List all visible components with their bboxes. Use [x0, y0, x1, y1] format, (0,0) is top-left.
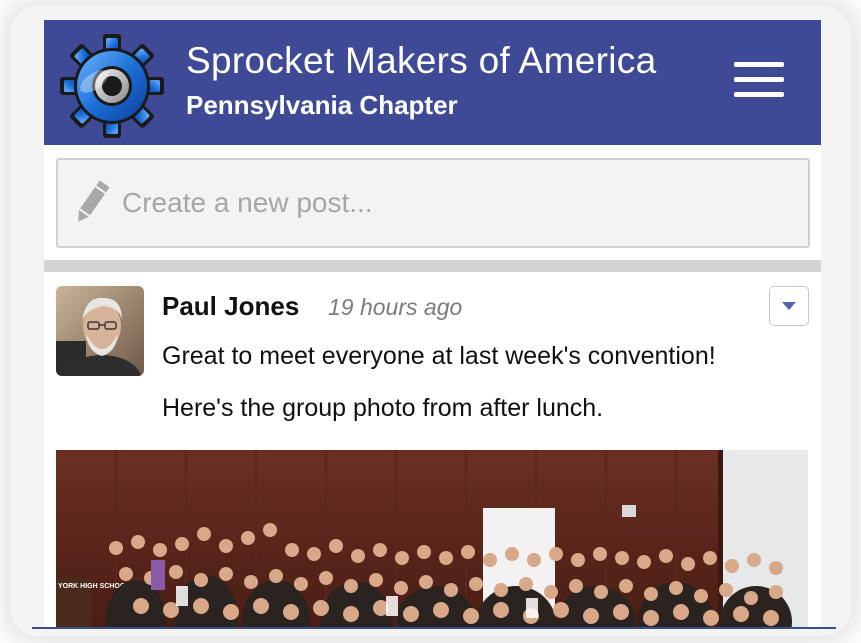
app-header: Sprocket Makers of America Pennsylvania …	[44, 20, 821, 145]
hamburger-menu-icon[interactable]	[734, 60, 788, 100]
post-photo[interactable]: YORK HIGH SCHOOL	[56, 450, 808, 627]
app-screen: Sprocket Makers of America Pennsylvania …	[44, 20, 821, 627]
post-timestamp: 19 hours ago	[328, 294, 463, 320]
post-text-line: Here's the group photo from after lunch.	[162, 394, 604, 422]
pencil-icon	[78, 180, 110, 222]
chevron-down-icon	[782, 302, 796, 310]
post-author[interactable]: Paul Jones	[162, 291, 299, 322]
gear-logo-icon	[60, 34, 164, 138]
avatar[interactable]	[56, 286, 144, 376]
new-post-placeholder: Create a new post...	[122, 187, 373, 218]
feed-divider	[44, 260, 821, 272]
post-text-line: Great to meet everyone at last week's co…	[162, 342, 716, 370]
screen-bottom-edge	[32, 627, 836, 629]
app-subtitle: Pennsylvania Chapter	[186, 90, 458, 120]
post-options-button[interactable]	[769, 286, 809, 326]
new-post-input[interactable]: Create a new post...	[56, 158, 810, 248]
app-title: Sprocket Makers of America	[186, 40, 657, 81]
